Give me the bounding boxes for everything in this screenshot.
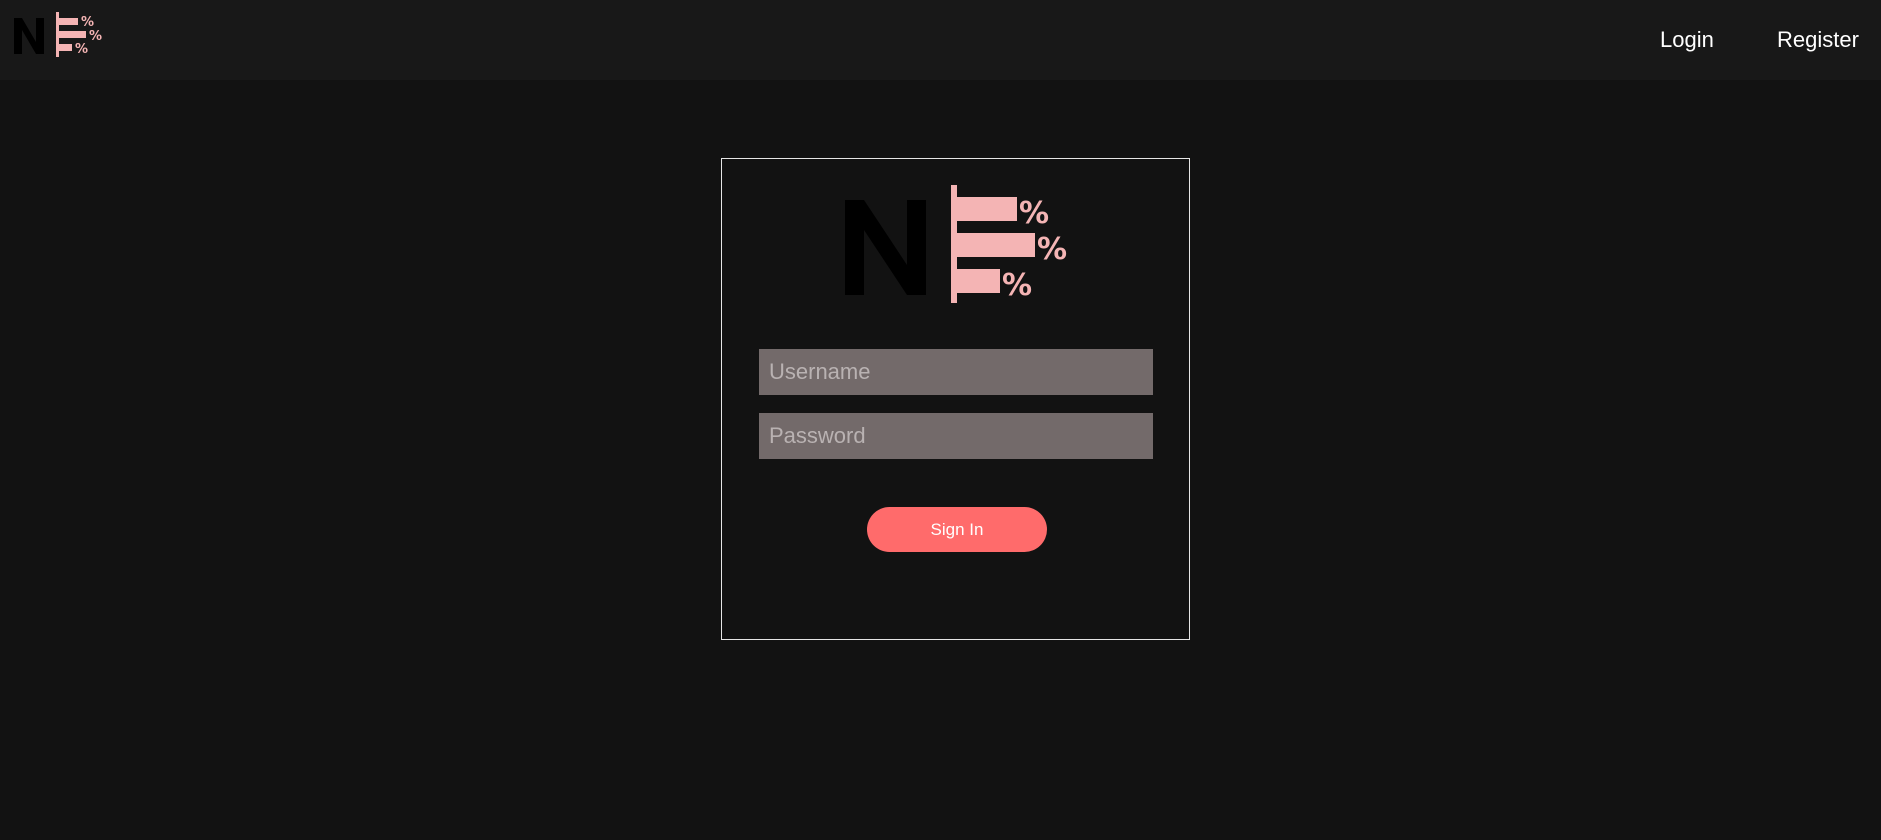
login-card: % % % Sign In — [721, 158, 1190, 640]
svg-text:%: % — [1037, 232, 1067, 267]
svg-text:%: % — [75, 42, 88, 57]
sign-in-button[interactable]: Sign In — [867, 507, 1047, 552]
svg-text:%: % — [1002, 268, 1032, 303]
svg-text:%: % — [81, 15, 94, 30]
ne-percent-logo-icon: % % % — [845, 185, 1067, 303]
username-input[interactable] — [759, 349, 1153, 395]
svg-text:%: % — [1019, 196, 1049, 231]
nav-login-link[interactable]: Login — [1660, 27, 1714, 53]
home-logo-link[interactable]: % % % — [12, 10, 108, 58]
svg-text:%: % — [89, 29, 102, 44]
top-navbar: % % % Login Register — [0, 0, 1881, 80]
ne-percent-logo-icon: % % % — [14, 12, 102, 57]
card-logo: % % % — [842, 185, 1072, 305]
password-input[interactable] — [759, 413, 1153, 459]
nav-register-link[interactable]: Register — [1777, 27, 1859, 53]
